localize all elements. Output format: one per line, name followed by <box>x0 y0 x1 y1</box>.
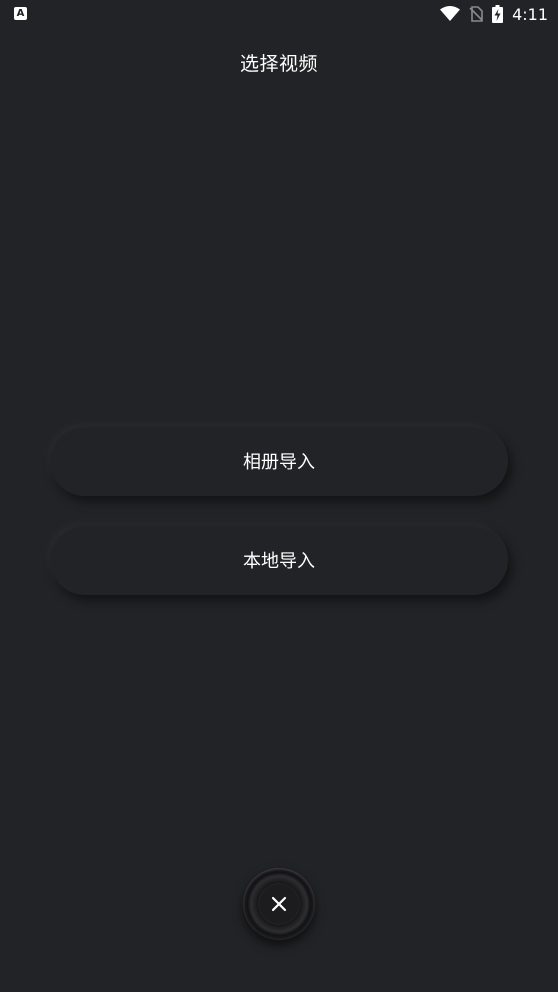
local-import-label: 本地导入 <box>243 551 315 572</box>
close-button[interactable] <box>243 868 315 940</box>
local-import-button[interactable]: 本地导入 <box>50 525 508 595</box>
status-bar: A 4:11 <box>0 0 558 28</box>
notification-app-icon: A <box>14 7 27 20</box>
album-import-button[interactable]: 相册导入 <box>50 426 508 496</box>
page-title: 选择视频 <box>239 53 318 75</box>
close-icon <box>271 896 287 912</box>
status-icons: 4:11 <box>440 4 548 24</box>
no-sim-icon <box>469 6 483 22</box>
status-time: 4:11 <box>512 4 548 24</box>
album-import-label: 相册导入 <box>243 452 315 473</box>
battery-charging-icon <box>492 5 504 23</box>
wifi-icon <box>440 6 461 21</box>
close-button-center <box>259 884 299 924</box>
